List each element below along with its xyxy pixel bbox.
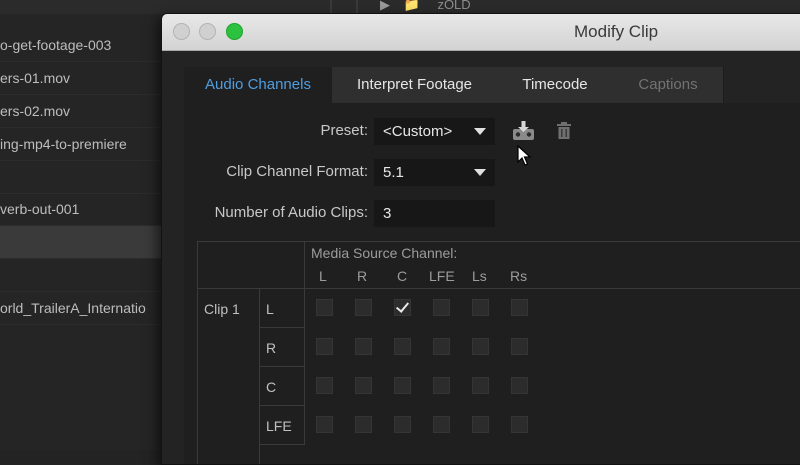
channel-checkbox[interactable] xyxy=(433,377,450,394)
file-row[interactable]: o-get-footage-003 xyxy=(0,29,175,62)
channel-checkbox[interactable] xyxy=(355,377,372,394)
channel-checkbox[interactable] xyxy=(394,377,411,394)
file-row[interactable]: verb-out-001 xyxy=(0,193,175,226)
modify-clip-dialog: Modify Clip Audio Channels Interpret Foo… xyxy=(161,13,800,465)
file-row[interactable]: ers-01.mov xyxy=(0,62,175,95)
channel-checkbox[interactable] xyxy=(433,416,450,433)
tab-interpret-footage[interactable]: Interpret Footage xyxy=(332,67,498,103)
channel-checkbox[interactable] xyxy=(355,299,372,316)
channel-format-dropdown[interactable]: 5.1 xyxy=(374,159,495,186)
channel-checkbox[interactable] xyxy=(316,299,333,316)
row-label-lfe: LFE xyxy=(266,418,292,434)
preset-dropdown[interactable]: <Custom> xyxy=(374,118,495,145)
folder-label: zOLD xyxy=(437,0,471,12)
preset-label: Preset: xyxy=(320,122,368,139)
tab-captions[interactable]: Captions xyxy=(613,67,724,103)
checkbox-area xyxy=(305,289,800,464)
channel-checkbox[interactable] xyxy=(472,416,489,433)
channel-checkbox[interactable] xyxy=(472,338,489,355)
close-window-button[interactable] xyxy=(173,23,190,40)
channel-checkbox[interactable] xyxy=(355,338,372,355)
dialog-title: Modify Clip xyxy=(574,22,659,41)
tab-audio-channels[interactable]: Audio Channels xyxy=(184,67,333,103)
channel-checkbox[interactable] xyxy=(511,338,528,355)
channel-checkbox[interactable] xyxy=(433,338,450,355)
channel-checkbox[interactable] xyxy=(394,338,411,355)
channel-checkbox[interactable] xyxy=(433,299,450,316)
clip-1-label: Clip 1 xyxy=(204,301,240,317)
dialog-titlebar: Modify Clip xyxy=(162,14,800,51)
channel-format-value: 5.1 xyxy=(383,164,404,181)
save-preset-icon[interactable] xyxy=(512,121,536,148)
file-row[interactable]: ers-02.mov xyxy=(0,95,175,128)
channel-checkbox[interactable] xyxy=(472,299,489,316)
row-label-c: C xyxy=(266,379,277,395)
trash-icon[interactable] xyxy=(556,122,572,145)
preset-value: <Custom> xyxy=(383,123,453,140)
zoom-window-button[interactable] xyxy=(226,23,243,40)
channel-mapping-grid: Media Source Channel: L R C LFE Ls Rs Cl… xyxy=(197,241,800,464)
file-row[interactable] xyxy=(0,161,175,194)
channel-checkbox[interactable] xyxy=(394,416,411,433)
disclosure-triangle-icon[interactable]: ▶ xyxy=(380,0,390,11)
column-header: LFE xyxy=(429,268,455,284)
folder-row-zold[interactable]: ▶ 📁 zOLD xyxy=(380,0,471,14)
num-audio-clips-value: 3 xyxy=(383,205,392,222)
chevron-down-icon xyxy=(474,128,486,135)
chevron-down-icon xyxy=(474,169,486,176)
channel-checkbox[interactable] xyxy=(511,377,528,394)
file-row[interactable]: ing-mp4-to-premiere xyxy=(0,128,175,161)
mouse-pointer-icon xyxy=(517,144,532,172)
row-label-l: L xyxy=(266,301,274,317)
media-source-channel-header: Media Source Channel: xyxy=(311,245,458,261)
channel-checkbox[interactable] xyxy=(316,338,333,355)
channel-checkbox[interactable] xyxy=(472,377,489,394)
column-header: C xyxy=(397,268,408,284)
panel-divider xyxy=(330,0,332,14)
minimize-window-button[interactable] xyxy=(199,23,216,40)
folder-icon: 📁 xyxy=(403,0,420,12)
file-row[interactable]: orld_TrailerA_Internatio xyxy=(0,292,175,325)
panel-divider xyxy=(356,0,358,14)
channel-checkbox[interactable] xyxy=(355,416,372,433)
channel-checkbox[interactable] xyxy=(316,416,333,433)
num-audio-clips-input[interactable]: 3 xyxy=(374,200,495,227)
channel-format-label: Clip Channel Format: xyxy=(226,163,368,180)
column-header: R xyxy=(357,268,368,284)
column-header: Rs xyxy=(510,268,528,284)
num-audio-clips-label: Number of Audio Clips: xyxy=(214,204,368,221)
file-row[interactable] xyxy=(0,259,175,292)
column-header: Ls xyxy=(472,268,487,284)
channel-checkbox[interactable] xyxy=(394,299,411,316)
channel-checkbox[interactable] xyxy=(511,299,528,316)
row-label-r: R xyxy=(266,340,277,356)
column-header: L xyxy=(319,268,327,284)
file-row-selected[interactable] xyxy=(0,226,175,259)
channel-checkbox[interactable] xyxy=(511,416,528,433)
channel-checkbox[interactable] xyxy=(316,377,333,394)
grid-corner-cell xyxy=(198,242,305,289)
tab-timecode[interactable]: Timecode xyxy=(497,67,614,103)
